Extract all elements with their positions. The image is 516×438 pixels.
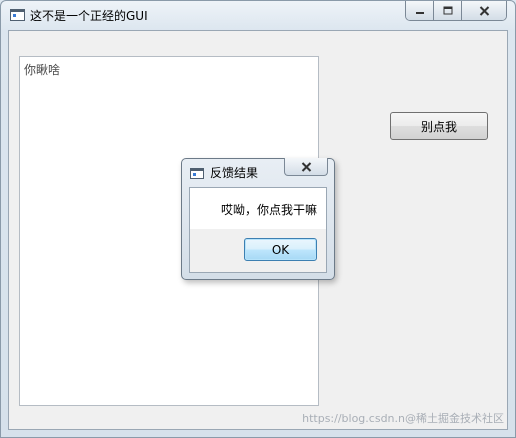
dialog-message-area: 哎呦，你点我干嘛 (190, 188, 326, 229)
dont-click-button[interactable]: 别点我 (390, 112, 488, 140)
ok-button[interactable]: OK (244, 238, 317, 261)
close-button[interactable] (462, 1, 506, 20)
close-icon (479, 5, 489, 16)
dialog-body: 哎呦，你点我干嘛 OK (189, 187, 327, 273)
dialog-title: 反馈结果 (210, 166, 259, 180)
title-bar[interactable]: 这不是一个正经的GUI (1, 1, 515, 29)
maximize-icon (443, 6, 452, 15)
watermark: https://blog.csdn.n@稀土掘金技术社区 (302, 412, 504, 425)
dialog-message: 哎呦，你点我干嘛 (220, 203, 317, 217)
window-title: 这不是一个正经的GUI (30, 9, 148, 23)
close-icon (301, 161, 311, 172)
feedback-dialog: 反馈结果 哎呦，你点我干嘛 OK (181, 158, 335, 280)
dialog-close-button[interactable] (284, 158, 328, 176)
minimize-button[interactable] (406, 1, 434, 20)
caption-buttons (405, 1, 507, 21)
minimize-icon (415, 11, 424, 14)
maximize-button[interactable] (434, 1, 462, 20)
dialog-window-icon (190, 168, 204, 179)
app-window-icon (10, 9, 25, 21)
